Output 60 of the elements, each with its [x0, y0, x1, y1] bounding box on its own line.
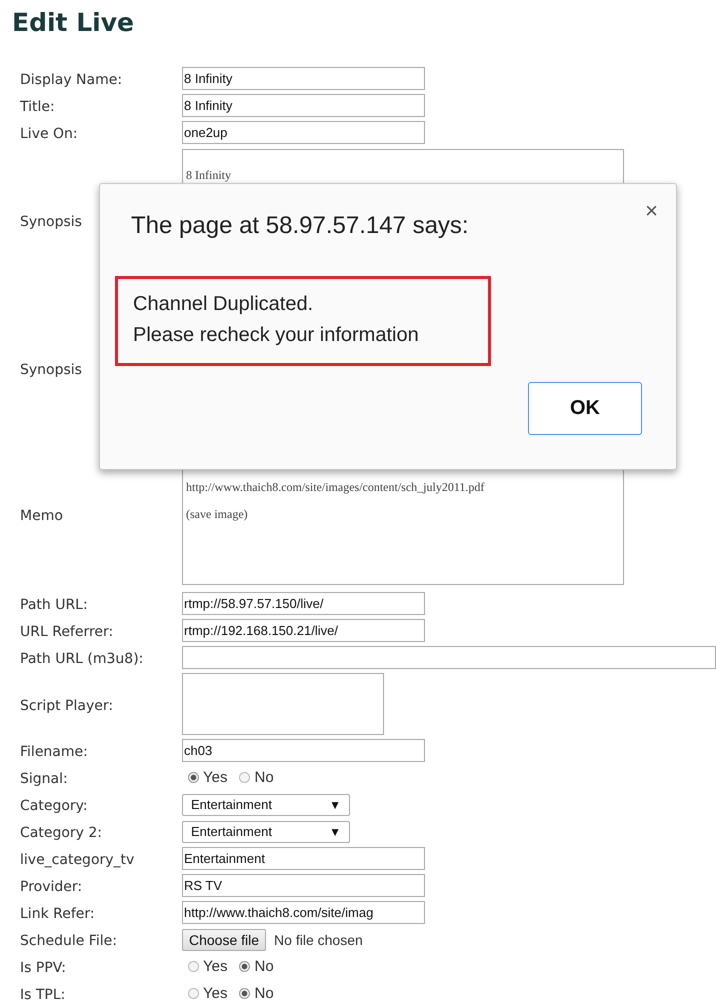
radio-label: No: [254, 985, 274, 1000]
field-label: Path URL (m3u8):: [20, 651, 144, 667]
file-status: No file chosen: [274, 932, 363, 948]
radio-label: Yes: [203, 958, 228, 975]
radio-button[interactable]: [239, 961, 250, 972]
field-label: Title:: [20, 99, 55, 115]
field-label: Is PPV:: [20, 960, 66, 976]
page-heading: Edit Live: [11, 7, 135, 39]
radio-label: No: [254, 769, 274, 786]
field-label: URL Referrer:: [20, 624, 114, 640]
field-label: Is TPL:: [20, 987, 66, 1000]
field-label: Provider:: [20, 879, 82, 895]
text-field[interactable]: 8 Infinity: [182, 67, 425, 90]
text-field[interactable]: Entertainment: [182, 847, 425, 870]
dialog-message: Channel Duplicated.: [133, 292, 314, 317]
text-line: (save image): [186, 506, 249, 523]
text-field[interactable]: one2up: [182, 121, 425, 144]
ok-button[interactable]: OK: [528, 382, 642, 435]
field-label: Category 2:: [20, 825, 102, 841]
text-field[interactable]: 8 Infinity: [182, 94, 425, 117]
text-area[interactable]: [182, 673, 384, 735]
field-label: Synopsis: [20, 362, 82, 378]
dropdown-value: Entertainment: [191, 824, 272, 839]
radio-button[interactable]: [239, 772, 250, 783]
text-line: http://www.thaich8.com/site/images/content/sch_july2011.pdf: [186, 479, 486, 496]
close-button[interactable]: ×: [641, 198, 662, 224]
radio-button[interactable]: [188, 961, 199, 972]
radio-label: Yes: [203, 769, 228, 786]
field-label: Category:: [20, 798, 88, 814]
text-field[interactable]: rtmp://58.97.57.150/live/: [182, 592, 425, 615]
field-label: Memo: [20, 508, 63, 524]
choose-file-button[interactable]: Choose file: [182, 928, 266, 950]
radio-label: No: [254, 958, 274, 975]
field-label: Synopsis: [20, 214, 82, 230]
dropdown-arrow-icon: ▼: [329, 824, 341, 838]
field-label: Link Refer:: [20, 906, 95, 922]
field-label: Path URL:: [20, 597, 88, 613]
text-line: 8 Infinity: [186, 167, 232, 184]
dropdown-arrow-icon: ▼: [329, 798, 341, 812]
dropdown[interactable]: Entertainment ▼: [182, 794, 350, 816]
field-label: Live On:: [20, 126, 78, 142]
field-label: Script Player:: [20, 698, 114, 714]
field-label: Signal:: [20, 771, 68, 787]
radio-button[interactable]: [239, 988, 250, 999]
dropdown[interactable]: Entertainment ▼: [182, 820, 350, 842]
text-field[interactable]: rtmp://192.168.150.21/live/: [182, 619, 425, 642]
text-field[interactable]: [182, 646, 716, 669]
text-field[interactable]: ch03: [182, 739, 425, 762]
field-label: Filename:: [20, 744, 88, 760]
text-field[interactable]: RS TV: [182, 874, 425, 897]
radio-button[interactable]: [188, 988, 199, 999]
radio-button[interactable]: [188, 772, 199, 783]
field-label: live_category_tv: [20, 852, 134, 868]
field-label: Display Name:: [20, 72, 122, 88]
dropdown-value: Entertainment: [191, 797, 272, 812]
radio-label: Yes: [203, 985, 228, 1000]
text-field[interactable]: http://www.thaich8.com/site/imag: [182, 901, 425, 924]
dialog-title: The page at 58.97.57.147 says:: [131, 212, 469, 240]
field-label: Schedule File:: [20, 933, 117, 949]
dialog-message: Please recheck your information: [133, 323, 420, 348]
